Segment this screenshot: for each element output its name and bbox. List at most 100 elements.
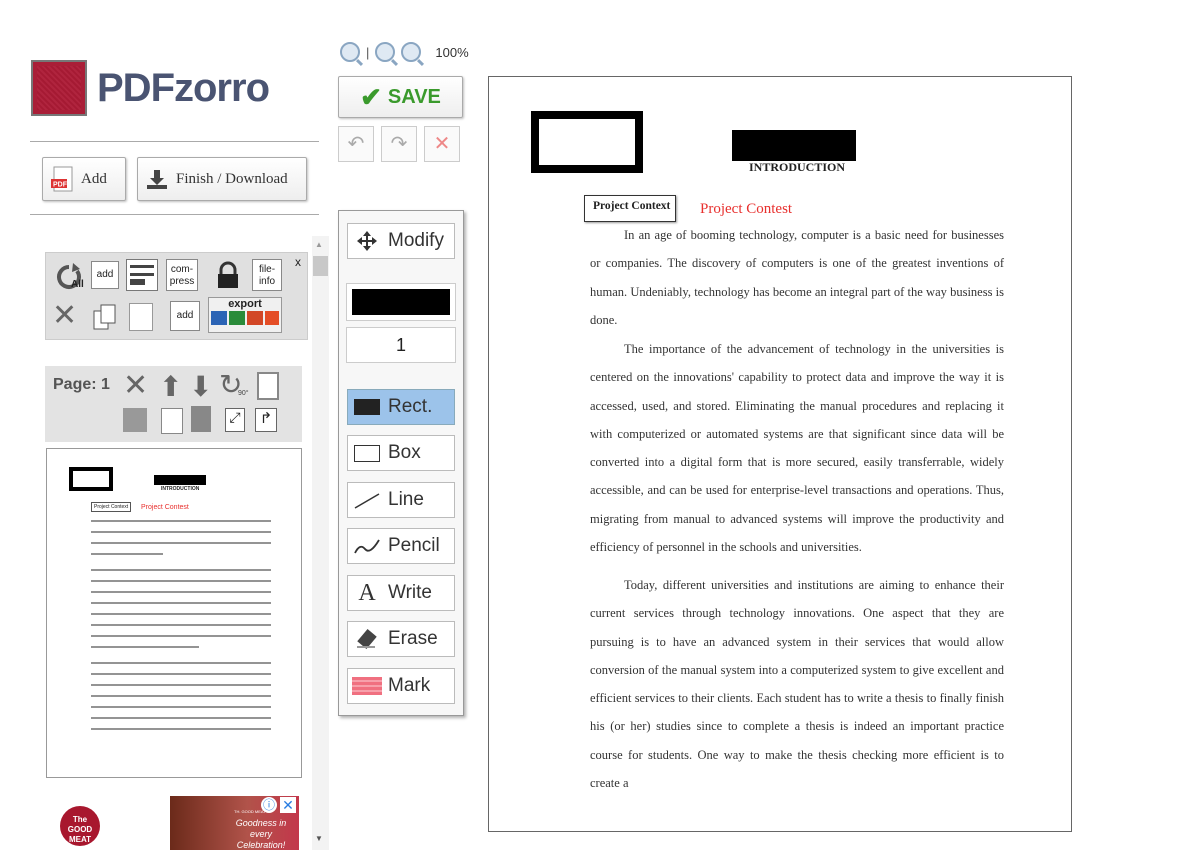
page-label: Page: 1 (53, 376, 110, 393)
resize-page-icon[interactable]: ⤢ (225, 408, 245, 432)
pdfzorro-logo[interactable]: PDFzorro (31, 60, 306, 118)
pdf-page[interactable]: INTRODUCTION Project Context Project Con… (488, 76, 1072, 832)
add-button-label: Add (81, 170, 107, 187)
rect-label: Rect. (388, 396, 433, 417)
eraser-icon (352, 629, 382, 649)
finish-download-label: Finish / Download (176, 170, 288, 187)
pencil-wave-icon (352, 537, 382, 555)
scroll-up-arrow-icon[interactable]: ▲ (315, 240, 323, 249)
box-tool[interactable]: Box (347, 435, 455, 471)
page-tools-panel: Page: 1 ✕ ⬆ ⬇ ↻ 90° ⤢ ↱ (45, 366, 302, 442)
move-arrows-icon (352, 230, 382, 252)
pencil-label: Pencil (388, 535, 440, 556)
move-up-icon[interactable]: ⬆ (159, 370, 182, 403)
tools-close-icon[interactable]: x (295, 255, 301, 269)
checkmark-icon: ✔ (360, 81, 382, 112)
page-thumbnail[interactable]: INTRODUCTION Project Context Project Con… (46, 448, 302, 778)
line-icon (352, 491, 382, 509)
paragraph-2: The importance of the advancement of tec… (590, 342, 1004, 555)
add-text-icon[interactable]: add (170, 301, 200, 331)
erase-label: Erase (388, 628, 438, 649)
pencil-tool[interactable]: Pencil (347, 528, 455, 564)
ad-small-text: TH. GOOD MEAT (234, 809, 266, 814)
rotate-badge: 90° (238, 390, 249, 397)
share-page-icon[interactable]: ↱ (255, 408, 277, 432)
zoom-level: 100% (435, 44, 469, 60)
compress-icon[interactable]: com-press (166, 259, 198, 291)
left-panel-scrollbar[interactable] (312, 236, 329, 850)
mark-label: Mark (388, 675, 431, 696)
finish-download-button[interactable]: Finish / Download (137, 157, 307, 201)
thumb-heading: INTRODUCTION (161, 486, 200, 492)
thumb-text-lines (91, 511, 271, 730)
zoom-in-icon[interactable] (375, 42, 396, 62)
filled-rect-icon (352, 399, 382, 415)
pdf-file-icon: PDF (51, 166, 73, 192)
logo-text: PDFzorro (97, 66, 270, 110)
scroll-down-arrow-icon[interactable]: ▼ (315, 834, 323, 843)
zoom-separator: | (366, 44, 370, 60)
redo-button[interactable]: ↷ (381, 126, 417, 162)
lock-icon[interactable] (213, 261, 243, 289)
annotation-tool-panel: Modify 1 Rect. Box Line Pencil A Write E… (338, 210, 464, 716)
rect-tool[interactable]: Rect. (347, 389, 455, 425)
drawn-box-annotation[interactable] (531, 111, 643, 173)
ad-brand-logo: The GOOD MEAT (60, 806, 100, 846)
zoom-bar: | 100% (340, 40, 469, 64)
delete-pages-icon[interactable]: ✕ (52, 301, 77, 331)
save-label: SAVE (387, 85, 441, 108)
export-icon[interactable]: export (208, 297, 282, 333)
stroke-width-field[interactable]: 1 (346, 327, 456, 363)
move-down-icon[interactable]: ⬇ (189, 370, 212, 403)
add-button[interactable]: PDF Add (42, 157, 126, 201)
delete-page-icon[interactable]: ✕ (123, 368, 148, 403)
erase-tool[interactable]: Erase (347, 621, 455, 657)
ad-left: The GOOD MEAT (42, 796, 170, 850)
ad-tagline: Goodness in every Celebration! (235, 818, 287, 850)
redaction-rect[interactable] (732, 130, 856, 161)
zoom-fit-icon[interactable] (340, 42, 360, 62)
svg-text:PDF: PDF (53, 182, 68, 189)
advertisement[interactable]: The GOOD MEAT Goodness in every Celebrat… (42, 796, 299, 850)
write-label: Write (388, 582, 432, 603)
text-a-icon: A (358, 579, 376, 606)
divider (30, 141, 319, 142)
paragraph-1: In an age of booming technology, compute… (590, 228, 1004, 327)
divider (30, 214, 319, 215)
extract-page-icon[interactable] (191, 406, 211, 432)
ad-info-icon[interactable]: ⓘ (261, 797, 277, 813)
download-icon (147, 170, 167, 189)
thumb-red-text: Project Contest (141, 504, 189, 511)
paragraph-3: Today, different universities and instit… (590, 578, 1004, 791)
modify-tool[interactable]: Modify (347, 223, 455, 259)
document-heading: INTRODUCTION (749, 160, 846, 174)
logo-mark-icon (31, 60, 87, 116)
thumb-rect (69, 467, 113, 491)
line-label: Line (388, 489, 424, 510)
clear-button[interactable]: ✕ (424, 126, 460, 162)
insert-blank-icon[interactable] (161, 408, 183, 434)
scrollbar-thumb[interactable] (313, 256, 328, 276)
duplicate-page-icon[interactable] (257, 372, 279, 400)
ad-close-icon[interactable]: ✕ (280, 797, 296, 813)
box-outline-icon (352, 444, 382, 462)
line-tool[interactable]: Line (347, 482, 455, 518)
insert-page-icon[interactable] (126, 259, 158, 291)
grid-pages-icon[interactable] (129, 303, 153, 331)
text-box-annotation[interactable]: Project Context (584, 195, 676, 222)
modify-label: Modify (388, 230, 444, 251)
highlight-icon (352, 677, 382, 695)
copy-pages-icon[interactable] (92, 303, 118, 331)
write-tool[interactable]: A Write (347, 575, 455, 611)
mark-tool[interactable]: Mark (347, 668, 455, 704)
color-swatch (352, 289, 450, 315)
color-picker[interactable] (346, 283, 456, 321)
rotate-all-icon[interactable]: All (51, 261, 87, 291)
insert-before-icon[interactable] (123, 408, 147, 432)
file-info-icon[interactable]: file-info (252, 259, 282, 291)
zoom-out-icon[interactable] (401, 42, 422, 62)
red-text-annotation[interactable]: Project Contest (700, 201, 792, 218)
add-page-icon[interactable]: add (91, 261, 119, 289)
undo-button[interactable]: ↶ (338, 126, 374, 162)
save-button[interactable]: ✔ SAVE (338, 76, 463, 118)
